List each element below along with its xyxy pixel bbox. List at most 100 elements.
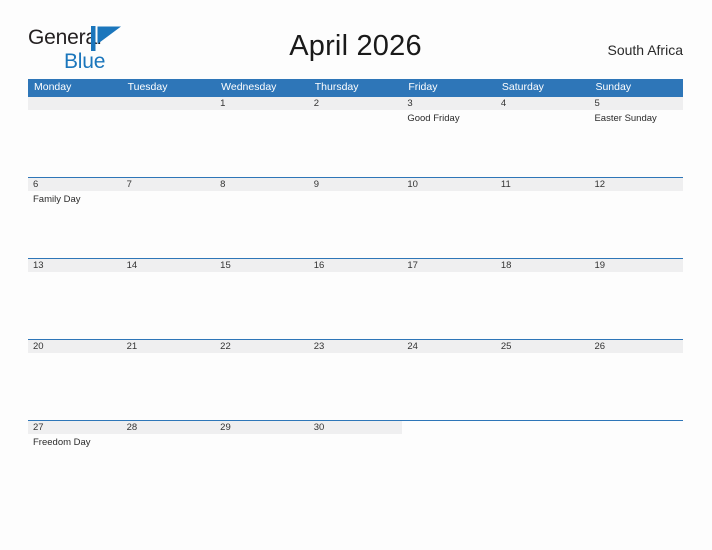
day-cell[interactable]: 13 [28,259,122,339]
page-title: April 2026 [289,30,422,62]
day-events [122,191,216,194]
day-events [402,191,496,194]
day-number: 28 [121,421,216,434]
region-label: South Africa [607,42,684,58]
day-number: 11 [495,178,590,191]
day-cell[interactable]: 9 [308,178,403,258]
day-events [496,353,590,356]
weekday-header-sunday: Sunday [595,81,632,93]
day-number: 8 [215,178,309,191]
day-number: 10 [402,178,496,191]
day-events [122,434,216,437]
calendar-page: General Blue April 2026 South Africa Mon… [0,0,712,550]
calendar-week-row: 6 Family Day 7 8 9 10 11 12 [28,177,684,258]
day-number: 25 [495,340,590,353]
day-cell[interactable]: 25 [495,340,590,420]
day-events [215,353,309,356]
calendar-grid: Monday Tuesday Wednesday Thursday Friday… [28,79,684,501]
day-events [28,272,122,275]
day-cell[interactable]: 1 [215,97,309,177]
day-cell[interactable]: 10 [402,178,496,258]
day-number: 2 [308,97,403,110]
day-events [496,272,590,275]
day-events [402,353,496,356]
day-cell[interactable]: 29 [215,421,309,501]
weekday-header-friday: Friday [408,81,438,93]
day-cell[interactable]: 28 [121,421,216,501]
weekday-header-wednesday: Wednesday [221,81,277,93]
day-cell[interactable]: 8 [215,178,309,258]
day-events: Good Friday [402,110,496,125]
day-cell[interactable]: 2 [308,97,403,177]
day-events [28,110,122,113]
day-cell[interactable]: 16 [308,259,403,339]
day-cell[interactable]: 18 [495,259,590,339]
day-events [122,272,216,275]
day-number: 1 [215,97,309,110]
day-cell-empty [402,421,496,501]
day-number [121,97,216,110]
day-cell[interactable]: 6 Family Day [28,178,122,258]
day-cell[interactable]: 22 [215,340,309,420]
day-cell-empty [589,421,683,501]
day-events [402,434,496,437]
day-cell[interactable]: 21 [121,340,216,420]
calendar-weeks: 1 2 3 Good Friday 4 5 Easter Sunday 6 Family Day… [28,96,684,501]
day-events [28,353,122,356]
day-events [309,353,403,356]
day-cell[interactable]: 30 [308,421,403,501]
day-cell[interactable]: 11 [495,178,590,258]
weekday-header-row: Monday Tuesday Wednesday Thursday Friday… [28,79,683,96]
day-number: 3 [402,97,496,110]
day-events [122,110,216,113]
weekday-header-tuesday: Tuesday [127,81,168,93]
week-cells: 27 Freedom Day 28 29 30 [28,421,683,501]
calendar-week-row: 20 21 22 23 24 25 26 [28,339,684,420]
day-number [402,421,496,434]
day-number: 19 [589,259,684,272]
day-events [589,272,683,275]
day-number: 23 [308,340,403,353]
day-cell[interactable]: 14 [121,259,216,339]
day-cell-empty [121,97,216,177]
day-number: 27 [28,421,122,434]
day-events: Freedom Day [28,434,122,449]
day-events [496,434,590,437]
day-number: 5 [589,97,684,110]
day-cell[interactable]: 24 [402,340,496,420]
weekday-header-monday: Monday [34,81,72,93]
day-cell-empty [28,97,122,177]
day-cell[interactable]: 7 [121,178,216,258]
day-cell[interactable]: 17 [402,259,496,339]
day-cell[interactable]: 15 [215,259,309,339]
weekday-header-saturday: Saturday [501,81,544,93]
day-number: 18 [495,259,590,272]
day-events [309,434,403,437]
week-cells: 1 2 3 Good Friday 4 5 Easter Sunday [28,97,684,177]
day-cell[interactable]: 5 Easter Sunday [589,97,684,177]
calendar-week-row: 27 Freedom Day 28 29 30 [28,420,683,501]
day-cell[interactable]: 23 [308,340,403,420]
day-events: Family Day [28,191,122,206]
day-events [215,191,309,194]
day-events [122,353,216,356]
week-cells: 6 Family Day 7 8 9 10 11 12 [28,178,684,258]
day-events [589,191,683,194]
day-cell[interactable]: 19 [589,259,684,339]
day-number: 24 [402,340,496,353]
day-cell[interactable]: 20 [28,340,122,420]
day-number: 6 [28,178,122,191]
day-number: 4 [495,97,590,110]
day-cell[interactable]: 27 Freedom Day [28,421,122,501]
day-number: 7 [121,178,216,191]
day-cell[interactable]: 3 Good Friday [402,97,496,177]
day-cell[interactable]: 12 [589,178,684,258]
day-number: 13 [28,259,122,272]
day-number [496,421,590,434]
day-number: 16 [308,259,403,272]
day-cell[interactable]: 4 [495,97,590,177]
day-number: 20 [28,340,122,353]
day-number: 22 [215,340,309,353]
day-cell[interactable]: 26 [589,340,684,420]
day-events [589,353,683,356]
